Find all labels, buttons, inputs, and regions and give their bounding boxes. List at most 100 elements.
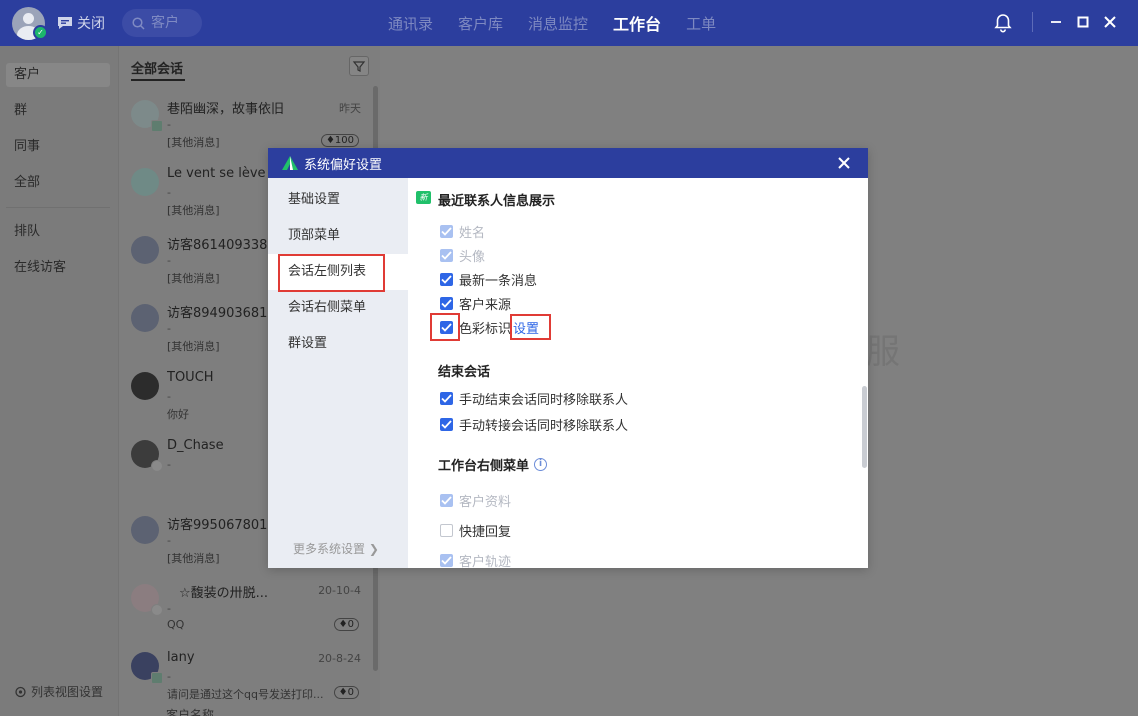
maximize-icon[interactable]	[1077, 16, 1089, 28]
tab-contacts[interactable]: 通讯录	[388, 13, 433, 34]
option-customer-profile[interactable]: 客户资料	[440, 492, 511, 510]
list-view-settings-button[interactable]: 列表视图设置	[14, 683, 103, 700]
option-label: 手动结束会话同时移除联系人	[459, 392, 629, 408]
option-customer-source[interactable]: 客户来源	[440, 295, 512, 313]
conversation-last-message: 请问是通过这个qq号发送打印...	[167, 688, 324, 701]
check-icon	[441, 226, 452, 236]
filter-button[interactable]	[349, 56, 369, 76]
category-online-visitors[interactable]: 在线访客	[6, 256, 110, 280]
settings-scrollbar[interactable]	[862, 386, 867, 468]
checkbox[interactable]	[440, 493, 453, 507]
check-icon	[441, 250, 452, 260]
avatar	[131, 100, 163, 132]
section-title-end-session: 结束会话	[438, 365, 491, 380]
close-icon[interactable]	[836, 155, 852, 171]
avatar	[131, 516, 159, 544]
conversation-name: ☆馥装の卅脱...	[179, 586, 269, 601]
menu-session-right-menu[interactable]: 会话右侧菜单	[268, 290, 408, 326]
category-all[interactable]: 全部	[6, 171, 110, 195]
option-remove-on-transfer[interactable]: 手动转接会话同时移除联系人	[440, 416, 628, 434]
avatar	[131, 236, 159, 264]
filter-icon	[352, 61, 366, 72]
menu-group-settings[interactable]: 群设置	[268, 326, 408, 362]
option-label: 客户来源	[459, 297, 512, 313]
category-queue[interactable]: 排队	[6, 220, 110, 244]
category-sidebar: 客户 群 同事 全部 排队 在线访客 列表视图设置	[0, 46, 118, 716]
option-label: 姓名	[459, 225, 486, 241]
option-quick-reply[interactable]: 快捷回复	[440, 522, 512, 540]
unread-count: 100	[334, 135, 354, 146]
conversation-last-message: QQ	[167, 618, 185, 631]
checkbox[interactable]	[440, 391, 453, 405]
preferences-dialog: 系统偏好设置 基础设置 顶部菜单 会话左侧列表 会话右侧菜单 群设置 更多系统设…	[268, 148, 868, 568]
checkbox[interactable]	[440, 248, 453, 262]
bell-icon[interactable]	[994, 13, 1012, 33]
category-divider	[6, 207, 110, 208]
option-label: 最新一条消息	[459, 273, 538, 289]
conversation-time: 昨天	[339, 102, 361, 115]
option-avatar[interactable]: 头像	[440, 247, 486, 265]
highlight-box	[278, 254, 385, 292]
conversation-name: 巷陌幽深，故事依旧	[167, 102, 285, 117]
highlight-box	[430, 313, 460, 341]
title-underline	[131, 79, 185, 81]
check-icon	[441, 419, 452, 429]
checkbox[interactable]	[440, 296, 453, 310]
option-latest-message[interactable]: 最新一条消息	[440, 271, 538, 289]
option-name[interactable]: 姓名	[440, 223, 486, 241]
more-system-settings-link[interactable]: 更多系统设置 ❯	[293, 540, 379, 557]
search-box[interactable]	[122, 9, 202, 37]
conversation-list-title[interactable]: 全部会话	[131, 58, 183, 77]
check-icon	[441, 274, 452, 284]
conversation-source: -	[167, 670, 171, 683]
conversation-time: 20-8-24	[318, 652, 361, 665]
menu-basic-settings[interactable]: 基础设置	[268, 182, 408, 218]
checkbox[interactable]	[440, 417, 453, 431]
offline-badge-icon	[151, 604, 163, 616]
tab-message-monitor[interactable]: 消息监控	[528, 13, 588, 34]
check-icon	[441, 555, 452, 565]
dialog-title: 系统偏好设置	[304, 157, 383, 173]
conversation-source: -	[167, 254, 171, 267]
device-badge-icon	[151, 120, 163, 132]
close-button[interactable]: 关闭	[57, 13, 105, 33]
conversation-source: -	[167, 186, 171, 199]
minimize-icon[interactable]	[1050, 16, 1062, 28]
tab-customer-library[interactable]: 客户库	[458, 13, 503, 34]
checkbox[interactable]	[440, 523, 453, 537]
app-logo-icon	[282, 156, 298, 170]
tab-tickets[interactable]: 工单	[686, 13, 716, 34]
option-remove-on-end[interactable]: 手动结束会话同时移除联系人	[440, 390, 629, 408]
conversation-item[interactable]: lany 20-8-24 - 请问是通过这个qq号发送打印... ♦0	[119, 642, 369, 710]
option-label: 头像	[459, 249, 486, 265]
check-icon	[441, 495, 452, 505]
checkbox[interactable]	[440, 272, 453, 286]
conversation-item[interactable]: ☆馥装の卅脱... 20-10-4 - QQ ♦0	[119, 574, 369, 642]
category-customers[interactable]: 客户	[6, 63, 110, 87]
checkbox[interactable]	[440, 553, 453, 567]
option-label: 色彩标识	[459, 321, 512, 337]
view-settings-icon	[15, 686, 26, 697]
list-view-settings-label: 列表视图设置	[31, 685, 104, 699]
divider	[1032, 12, 1033, 32]
category-colleagues[interactable]: 同事	[6, 135, 110, 159]
avatar	[131, 372, 159, 400]
category-groups[interactable]: 群	[6, 99, 110, 123]
option-customer-track[interactable]: 客户轨迹	[440, 552, 511, 568]
top-bar: ✓ 关闭 通讯录 客户库 消息监控 工作台 工单	[0, 0, 1138, 46]
option-label: 快捷回复	[459, 524, 512, 540]
menu-top-menu[interactable]: 顶部菜单	[268, 218, 408, 254]
conversation-name-partial[interactable]: 客户名称	[166, 706, 214, 716]
window-close-icon[interactable]	[1104, 16, 1116, 28]
search-input[interactable]	[151, 15, 197, 31]
checkbox[interactable]	[440, 224, 453, 238]
tab-workbench[interactable]: 工作台	[613, 11, 661, 35]
section-title-recent-contacts: 最近联系人信息展示	[438, 194, 556, 209]
background-text: 服	[866, 332, 900, 372]
conversation-source: -	[167, 322, 171, 335]
section-title-workbench-right-menu: 工作台右侧菜单	[438, 459, 530, 474]
info-icon[interactable]: i	[534, 458, 548, 471]
close-label: 关闭	[77, 16, 105, 32]
avatar	[131, 440, 163, 472]
main-nav: 通讯录 客户库 消息监控 工作台 工单	[388, 0, 741, 46]
